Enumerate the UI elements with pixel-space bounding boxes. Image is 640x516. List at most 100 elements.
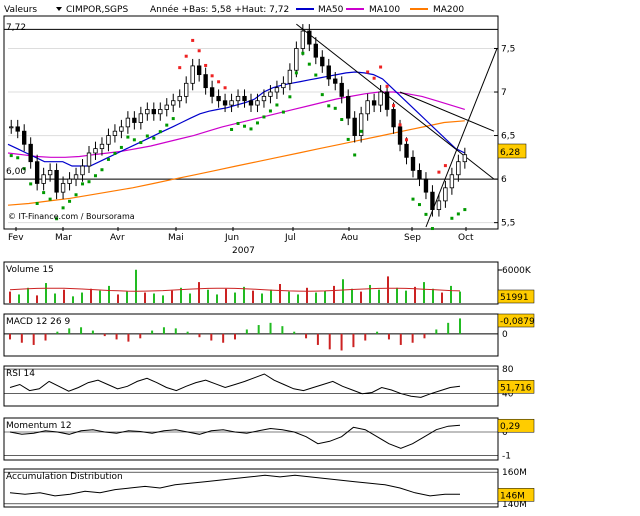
candle-body [34, 161, 40, 184]
candle-body [9, 126, 14, 129]
sar-dot [255, 121, 259, 125]
candle-body [171, 100, 176, 106]
indicator-value-label: 51991 [500, 293, 529, 303]
indicator-panels: Volume 15 6000K 51991 MACD 12 26 9 0 -0,0879 R… [3, 261, 535, 510]
sar-dot [9, 154, 13, 158]
sar-dot [184, 54, 188, 58]
candle-body [456, 161, 461, 176]
sar-dot [372, 76, 376, 80]
candle-body [184, 82, 189, 97]
candle-body [268, 91, 273, 97]
macd-bar [269, 322, 272, 334]
volume-bar [261, 293, 263, 303]
candle-body [67, 178, 72, 184]
macd-bar [399, 333, 402, 345]
sar-dot [398, 123, 402, 127]
volume-bar [135, 269, 137, 303]
x-axis-month-label: Jun [224, 233, 239, 243]
price-ytick-label: 6 [501, 175, 507, 185]
candle-body [352, 117, 357, 136]
candle-body [47, 169, 53, 176]
sar-dot [197, 49, 201, 53]
indicator-value-label: 51,716 [500, 383, 532, 393]
candle-body [449, 174, 455, 189]
macd-bar [115, 333, 118, 340]
macd-bar [459, 318, 461, 334]
macd-bar [387, 333, 390, 340]
sar-dot [379, 65, 383, 69]
dropdown-arrow-icon[interactable] [56, 7, 62, 11]
indicator-panel: RSI 14 804051,716 [3, 365, 535, 407]
ref-label-six: 6,00 [6, 167, 26, 177]
volume-bar [234, 292, 236, 303]
volume-bar [306, 287, 308, 303]
indicator-ytick-label: 80 [502, 365, 514, 375]
candle-body [235, 95, 241, 102]
candle-body [151, 109, 156, 115]
x-axis-month-label: Sep [404, 233, 421, 243]
volume-bar [378, 289, 380, 303]
macd-bar [20, 333, 23, 343]
indicator-value-label: 0,29 [500, 422, 520, 432]
sar-dot [178, 66, 182, 70]
candle-body [371, 100, 377, 106]
candle-body [333, 78, 338, 84]
volume-bar [9, 291, 11, 303]
candle-body [60, 183, 66, 193]
macd-bar [174, 328, 177, 334]
indicator-ytick-label: 6000K [502, 266, 532, 276]
macd-bar [9, 333, 11, 340]
macd-bar [364, 333, 367, 341]
sar-dot [288, 95, 292, 99]
indicator-title: Momentum 12 [6, 421, 72, 431]
legend-ma50-label: MA50 [318, 5, 344, 15]
ref-label-high: 7,72 [6, 23, 26, 33]
candle-body [410, 156, 416, 171]
candle-body [216, 95, 221, 102]
volume-bar [207, 289, 209, 303]
candle-body [365, 100, 370, 115]
candle-body [339, 82, 344, 97]
indicator-panel: MACD 12 26 9 0 -0,0879 [3, 313, 535, 357]
macd-bar [80, 327, 83, 334]
candle-body [93, 148, 98, 154]
x-axis-month-label: Jul [284, 233, 296, 243]
volume-bar [432, 288, 434, 303]
sar-dot [126, 135, 130, 139]
macd-bar [68, 328, 71, 334]
sar-dot [301, 51, 305, 55]
sar-dot [275, 103, 279, 107]
x-axis-month-label: Mar [55, 233, 72, 243]
header-ticker: CIMPOR,SGPS [66, 5, 128, 15]
candle-body [423, 178, 429, 193]
sar-dot [132, 138, 136, 142]
x-axis-month-label: Avr [110, 233, 125, 243]
volume-bar [243, 286, 245, 303]
candle-body [255, 100, 260, 106]
sar-dot [74, 193, 78, 197]
sar-dot [217, 80, 221, 84]
sar-dot [411, 197, 415, 201]
macd-bar [411, 333, 414, 343]
candle-body [222, 100, 228, 106]
candle-body [287, 69, 293, 84]
candle-body [132, 117, 137, 123]
volume-bar [63, 289, 65, 303]
candle-body [242, 95, 247, 102]
volume-bar [297, 294, 299, 303]
candle-body [138, 113, 144, 123]
sar-dot [281, 110, 285, 114]
indicator-ytick-label: 0 [502, 330, 508, 340]
volume-bar [162, 295, 164, 303]
sar-dot [106, 157, 110, 161]
macd-bar [293, 331, 296, 334]
volume-bar [99, 290, 101, 303]
candle-body [384, 91, 390, 110]
indicator-title: Volume 15 [6, 265, 54, 275]
volume-bar [117, 294, 119, 303]
price-ytick-label: 5,5 [501, 219, 515, 229]
candle-body [112, 130, 118, 136]
candle-body [320, 56, 325, 67]
sar-dot [152, 136, 156, 140]
volume-bar [81, 292, 83, 303]
